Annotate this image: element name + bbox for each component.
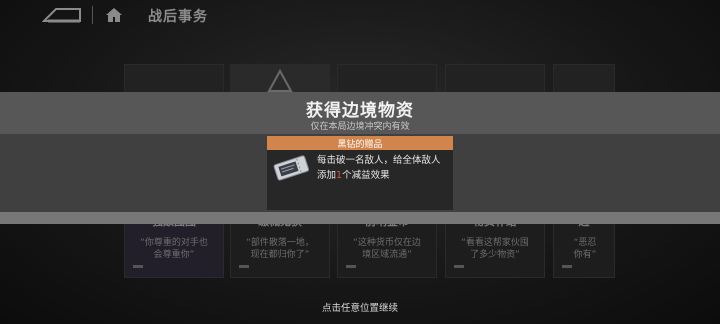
card-tag xyxy=(454,265,464,268)
top-bar: 战后事务 xyxy=(0,0,720,30)
back-arrow-icon xyxy=(41,8,81,23)
card-thumbnail xyxy=(554,65,614,95)
card-thumbnail xyxy=(231,65,329,95)
card-thumbnail xyxy=(338,65,436,95)
page-title: 战后事务 xyxy=(148,9,208,25)
continue-prompt[interactable]: 点击任意位置继续 xyxy=(0,300,720,314)
item-description: 每击破一名敌人，给全体敌人添加1个减益效果 xyxy=(317,155,441,181)
modal-subtitle: 仅在本局边境冲突内有效 xyxy=(310,122,410,132)
back-button[interactable] xyxy=(41,7,82,23)
modal-header: 获得边境物资 仅在本局边境冲突内有效 xyxy=(0,92,720,134)
home-icon xyxy=(106,8,122,22)
item-card[interactable]: 黑钻的赠品 每击破一名敌人，给全体敌人添加1个减益效果 xyxy=(267,136,453,210)
card-quote: “看看这帮家伙囤 了多少物资” xyxy=(461,238,529,260)
card-tag xyxy=(562,265,572,268)
card-quote: “你尊重的对手也 会尊重你” xyxy=(140,238,208,260)
card-thumbnail xyxy=(446,65,544,95)
card-quote: “这种货币仅在边 境区域流通” xyxy=(353,238,421,260)
card-tag xyxy=(346,265,356,268)
modal-bottom-strip xyxy=(0,212,720,224)
card-tag xyxy=(239,265,249,268)
item-header: 黑钻的赠品 xyxy=(267,136,453,150)
warning-triangle-icon xyxy=(267,68,293,92)
card-tag xyxy=(133,265,143,268)
item-name: 黑钻的赠品 xyxy=(337,140,383,150)
card-quote: “恶忍 你有” xyxy=(573,238,597,260)
card-thumbnail xyxy=(125,65,223,95)
home-button[interactable] xyxy=(104,5,124,25)
modal-title: 获得边境物资 xyxy=(306,101,414,121)
ticket-icon xyxy=(271,152,311,182)
card-quote: “部件散落一地， 现在都归你了” xyxy=(246,238,314,260)
nav-divider xyxy=(92,6,93,24)
